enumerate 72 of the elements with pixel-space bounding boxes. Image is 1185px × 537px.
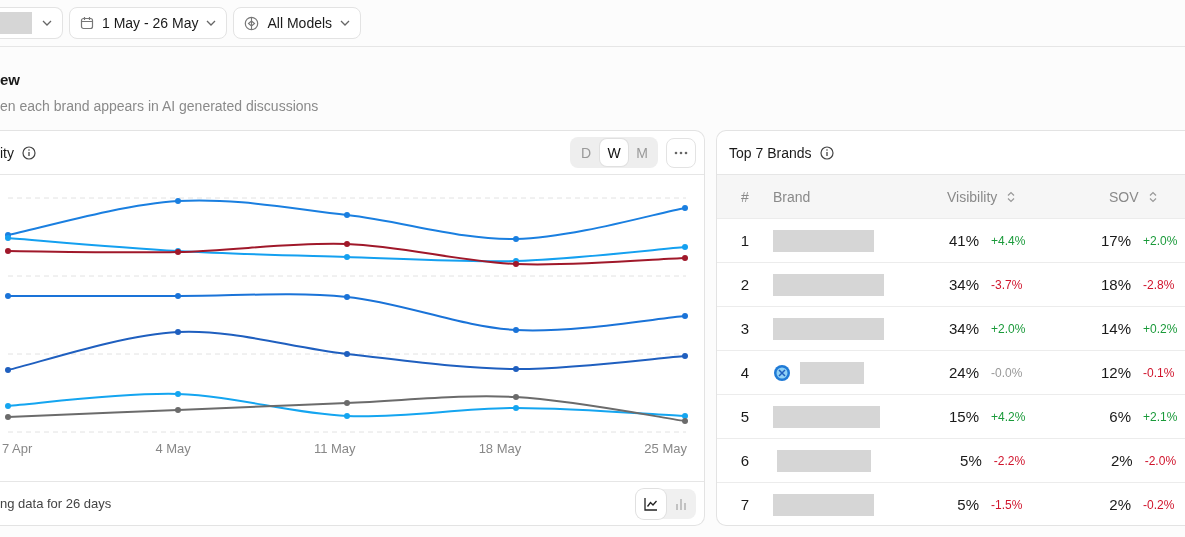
change-value: -2.0% (1144, 453, 1177, 468)
metric-value: 12% (1099, 364, 1131, 381)
axis-label: 11 May (313, 441, 356, 456)
view-toggle[interactable] (636, 488, 666, 519)
more-button[interactable] (666, 137, 696, 168)
caret-icon (206, 20, 217, 26)
section-subtitle: en each brand appears in AI generated discussions (0, 97, 320, 115)
card-title: ity (0, 144, 14, 161)
line-chart-icon (644, 496, 658, 511)
sort-icon[interactable] (1148, 190, 1157, 203)
filter-dropdown[interactable] (0, 7, 63, 39)
metric-value: 34% (947, 320, 979, 337)
card-title: Top 7 Brands (729, 144, 812, 161)
caret-icon (340, 20, 351, 26)
rank-number: 3 (740, 320, 750, 337)
metric-value: 24% (947, 364, 979, 381)
axis-label: 4 May (155, 441, 191, 456)
change-value: +2.0% (991, 321, 1026, 336)
redacted-block (0, 12, 32, 34)
brand-logo-icon (773, 363, 791, 382)
metric-value: 2% (1110, 452, 1133, 469)
rank-number: 5 (740, 408, 750, 425)
filter-dropdown[interactable]: 1 May - 26 May (69, 7, 228, 39)
metric-value: 5% (959, 452, 982, 469)
section-title: ew (0, 71, 21, 89)
rank-number: 4 (740, 364, 750, 381)
bar-chart-icon (674, 496, 688, 511)
period-tab[interactable]: W (600, 139, 628, 166)
column-header: Brand (773, 188, 811, 205)
rank-number: 7 (740, 496, 750, 513)
axis-label: 7 Apr (2, 441, 33, 456)
change-value: +4.2% (991, 409, 1026, 424)
sort-icon[interactable] (1007, 190, 1016, 203)
column-header: # (741, 188, 749, 205)
caret-icon (42, 20, 52, 26)
change-value: +2.1% (1143, 409, 1178, 424)
info-icon[interactable] (819, 145, 834, 160)
axis-label: 18 May (478, 441, 522, 456)
period-tab[interactable]: M (628, 139, 656, 166)
change-value: -1.5% (991, 497, 1023, 512)
column-header[interactable]: SOV (1109, 188, 1139, 205)
change-value: -0.2% (1143, 497, 1175, 512)
metric-value: 14% (1099, 320, 1131, 337)
rank-number: 2 (740, 276, 750, 293)
metric-value: 41% (947, 232, 979, 249)
change-value: -2.8% (1143, 277, 1175, 292)
change-value: +4.4% (991, 233, 1026, 248)
metric-value: 34% (947, 276, 979, 293)
filter-dropdown[interactable]: All Models (233, 7, 362, 39)
info-icon[interactable] (22, 145, 36, 160)
change-value: -0.1% (1143, 365, 1175, 380)
period-tab[interactable]: D (572, 139, 600, 166)
globe-icon (244, 15, 260, 31)
change-value: -3.7% (991, 277, 1023, 292)
change-value: +2.0% (1143, 233, 1178, 248)
change-value: +0.2% (1143, 321, 1178, 336)
metric-value: 6% (1108, 408, 1131, 425)
redacted-block (800, 361, 864, 384)
metric-value: 18% (1099, 276, 1131, 293)
rank-number: 6 (740, 452, 749, 469)
more-icon (674, 150, 688, 155)
metric-value: 2% (1108, 496, 1131, 513)
calendar-icon (80, 16, 94, 30)
footer-text: ng data for 26 days (0, 496, 112, 511)
rank-number: 1 (740, 232, 750, 249)
axis-label: 25 May (644, 441, 687, 456)
change-value: -0.0% (991, 365, 1023, 380)
metric-value: 5% (956, 496, 979, 513)
metric-value: 17% (1099, 232, 1131, 249)
column-header[interactable]: Visibility (947, 188, 998, 205)
change-value: -2.2% (993, 453, 1026, 468)
metric-value: 15% (947, 408, 979, 425)
